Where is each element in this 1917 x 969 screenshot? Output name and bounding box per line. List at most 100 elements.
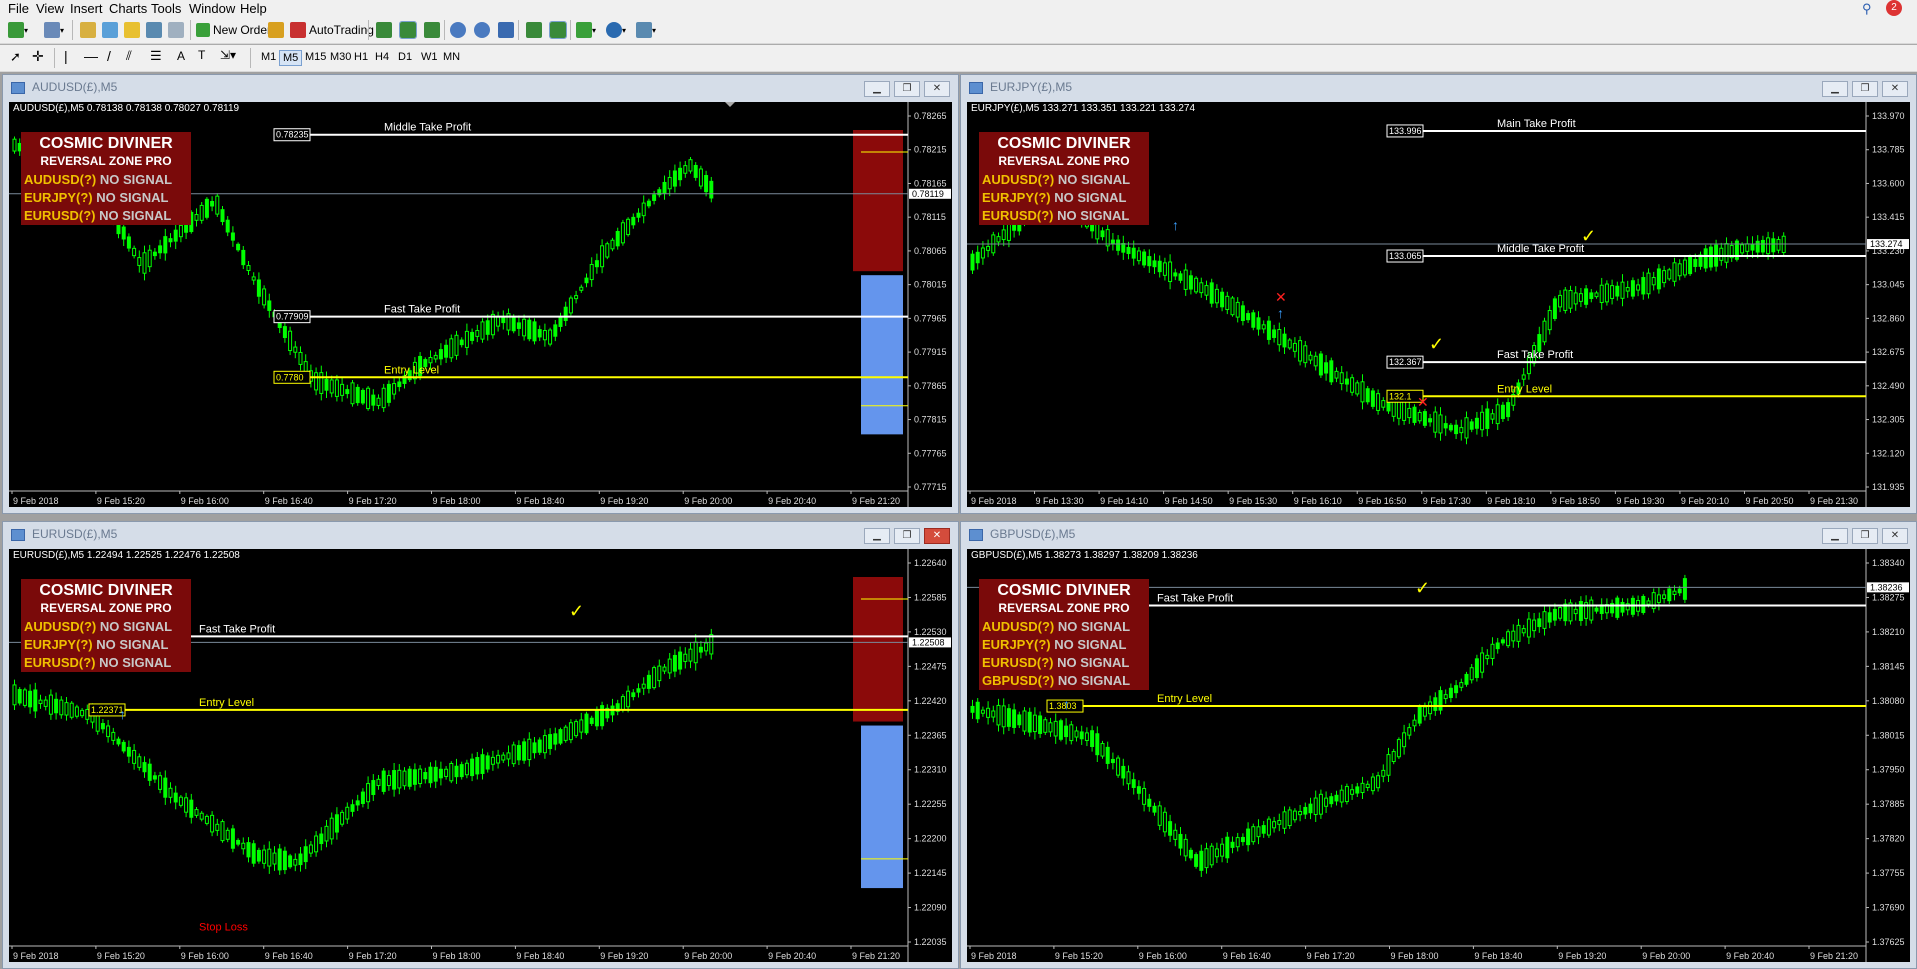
menu-tools[interactable]: Tools (151, 1, 181, 16)
candle-body (1719, 247, 1724, 261)
navigator-icon[interactable] (124, 20, 140, 40)
cursor-icon[interactable]: ➚ (10, 49, 21, 65)
minimize-button[interactable]: ▁ (864, 528, 890, 544)
chart-titlebar[interactable]: EURUSD(£),M5 ▁ ❐ ✕ (3, 522, 958, 546)
menu-charts[interactable]: Charts (109, 1, 147, 16)
chart-titlebar[interactable]: GBPUSD(£),M5 ▁ ❐ ✕ (961, 522, 1916, 546)
chart-canvas[interactable]: 133.970 133.785 133.600 133.415 133.230 133.0… (967, 102, 1910, 507)
menu-file[interactable]: File (8, 1, 29, 16)
zoom-out-icon[interactable] (474, 20, 490, 40)
close-button[interactable]: ✕ (924, 81, 950, 97)
level-price-label: 0.7780 (276, 372, 304, 382)
maximize-button[interactable]: ❐ (894, 528, 920, 544)
channel-icon[interactable]: ⫽ (126, 48, 132, 64)
maximize-button[interactable]: ❐ (1852, 528, 1878, 544)
menu-window[interactable]: Window (189, 1, 235, 16)
panel-row: EURUSD(?) NO SIGNAL (24, 655, 172, 670)
timeframe-h1[interactable]: H1 (351, 50, 371, 64)
timeframe-mn[interactable]: MN (440, 50, 463, 64)
candle-body (1214, 288, 1219, 304)
candle-body (970, 253, 975, 271)
menu-help[interactable]: Help (240, 1, 267, 16)
candle-body (568, 722, 573, 741)
timeframe-m1[interactable]: M1 (258, 50, 279, 64)
tile-windows-icon[interactable] (498, 20, 514, 40)
candle-body (1209, 282, 1214, 304)
timeframe-w1[interactable]: W1 (418, 50, 441, 64)
candle-body (1110, 239, 1115, 244)
minimize-button[interactable]: ▁ (864, 81, 890, 97)
checkmark-icon: ✓ (1581, 226, 1596, 246)
new-chart-icon[interactable]: ▾ (8, 20, 28, 40)
chart-window-eurjpy[interactable]: EURJPY(£),M5 ▁ ❐ ✕ 133.970 133.785 133.600… (960, 74, 1917, 514)
menu-view[interactable]: View (36, 1, 64, 16)
profiles-icon[interactable]: ▾ (44, 20, 64, 40)
fibonacci-icon[interactable]: ☰ (150, 48, 162, 64)
terminal-icon[interactable] (146, 20, 162, 40)
candle-body (433, 766, 438, 782)
candle-body (975, 701, 980, 720)
candle-body (1667, 269, 1672, 280)
tester-icon[interactable] (168, 20, 184, 40)
chart-shift-icon[interactable] (526, 20, 542, 40)
notification-badge[interactable]: 2 (1886, 0, 1902, 16)
chart-canvas[interactable]: 1.22640 1.22585 1.22530 1.22475 1.22420 1.223… (9, 549, 952, 962)
vertical-line-icon[interactable]: | (64, 48, 68, 64)
candlesticks-icon[interactable] (399, 20, 417, 40)
data-window-icon[interactable] (102, 20, 118, 40)
close-button[interactable]: ✕ (924, 528, 950, 544)
periods-icon[interactable]: ▾ (606, 20, 626, 40)
chart-window-gbpusd[interactable]: GBPUSD(£),M5 ▁ ❐ ✕ 1.38340 1.38275 1.38210… (960, 521, 1917, 969)
horizontal-line-icon[interactable]: — (84, 48, 98, 64)
candle-body (1755, 240, 1760, 253)
chart-canvas[interactable]: 0.78265 0.78215 0.78165 0.78115 0.78065 0.780… (9, 102, 952, 507)
close-button[interactable]: ✕ (1882, 81, 1908, 97)
autoscroll-icon[interactable] (549, 20, 567, 40)
search-icon[interactable]: ⚲ (1862, 1, 1872, 17)
timeframe-m5[interactable]: M5 (279, 50, 303, 66)
menu-insert[interactable]: Insert (70, 1, 103, 16)
candle-body (1620, 281, 1625, 299)
time-label: 9 Feb 21:20 (852, 496, 900, 506)
candle-body (121, 741, 126, 752)
market-watch-icon[interactable] (80, 20, 96, 40)
chart-canvas[interactable]: 1.38340 1.38275 1.38210 1.38145 1.38080 1.380… (967, 549, 1910, 962)
indicators-icon[interactable]: ▾ (576, 20, 596, 40)
maximize-button[interactable]: ❐ (894, 81, 920, 97)
minimize-button[interactable]: ▁ (1822, 528, 1848, 544)
close-button[interactable]: ✕ (1882, 528, 1908, 544)
crosshair-icon[interactable]: ✛ (32, 48, 44, 65)
candle-body (1381, 769, 1386, 777)
metaeditor-icon[interactable] (268, 20, 284, 40)
timeframe-d1[interactable]: D1 (395, 50, 415, 64)
chart-titlebar[interactable]: AUDUSD(£),M5 ▁ ❐ ✕ (3, 75, 958, 99)
up-arrow-icon: ↑ (1277, 305, 1284, 321)
autotrading-button[interactable]: AutoTrading (290, 20, 374, 40)
candle-body (28, 690, 33, 708)
chart-window-audusd[interactable]: AUDUSD(£),M5 ▁ ❐ ✕ 0.78265 0.78215 0.78165… (2, 74, 959, 514)
text-icon[interactable]: A (177, 49, 185, 63)
standard-toolbar: ▾ ▾ New Order AutoTrading ▾ ▾ ▾ (0, 17, 1917, 44)
candle-body (381, 387, 386, 409)
candle-body (1251, 312, 1256, 328)
minimize-button[interactable]: ▁ (1822, 81, 1848, 97)
bar-chart-icon[interactable] (376, 20, 392, 40)
chart-titlebar[interactable]: EURJPY(£),M5 ▁ ❐ ✕ (961, 75, 1916, 99)
candle-body (1552, 298, 1557, 319)
candle-body (1246, 828, 1251, 846)
arrows-icon[interactable]: ⇲▾ (220, 48, 236, 62)
text-label-icon[interactable]: T (198, 48, 205, 62)
timeframe-h4[interactable]: H4 (372, 50, 392, 64)
trendline-icon[interactable]: / (107, 48, 111, 64)
candle-body (1360, 782, 1365, 794)
candle-body (667, 658, 672, 674)
timeframe-m15[interactable]: M15 (302, 50, 329, 64)
candle-body (142, 762, 147, 773)
candle-body (116, 738, 121, 745)
new-order-button[interactable]: New Order (196, 20, 271, 40)
chart-window-eurusd[interactable]: EURUSD(£),M5 ▁ ❐ ✕ 1.22640 1.22585 1.22530… (2, 521, 959, 969)
maximize-button[interactable]: ❐ (1852, 81, 1878, 97)
zoom-in-icon[interactable] (450, 20, 466, 40)
templates-icon[interactable]: ▾ (636, 20, 656, 40)
line-chart-icon[interactable] (424, 20, 440, 40)
